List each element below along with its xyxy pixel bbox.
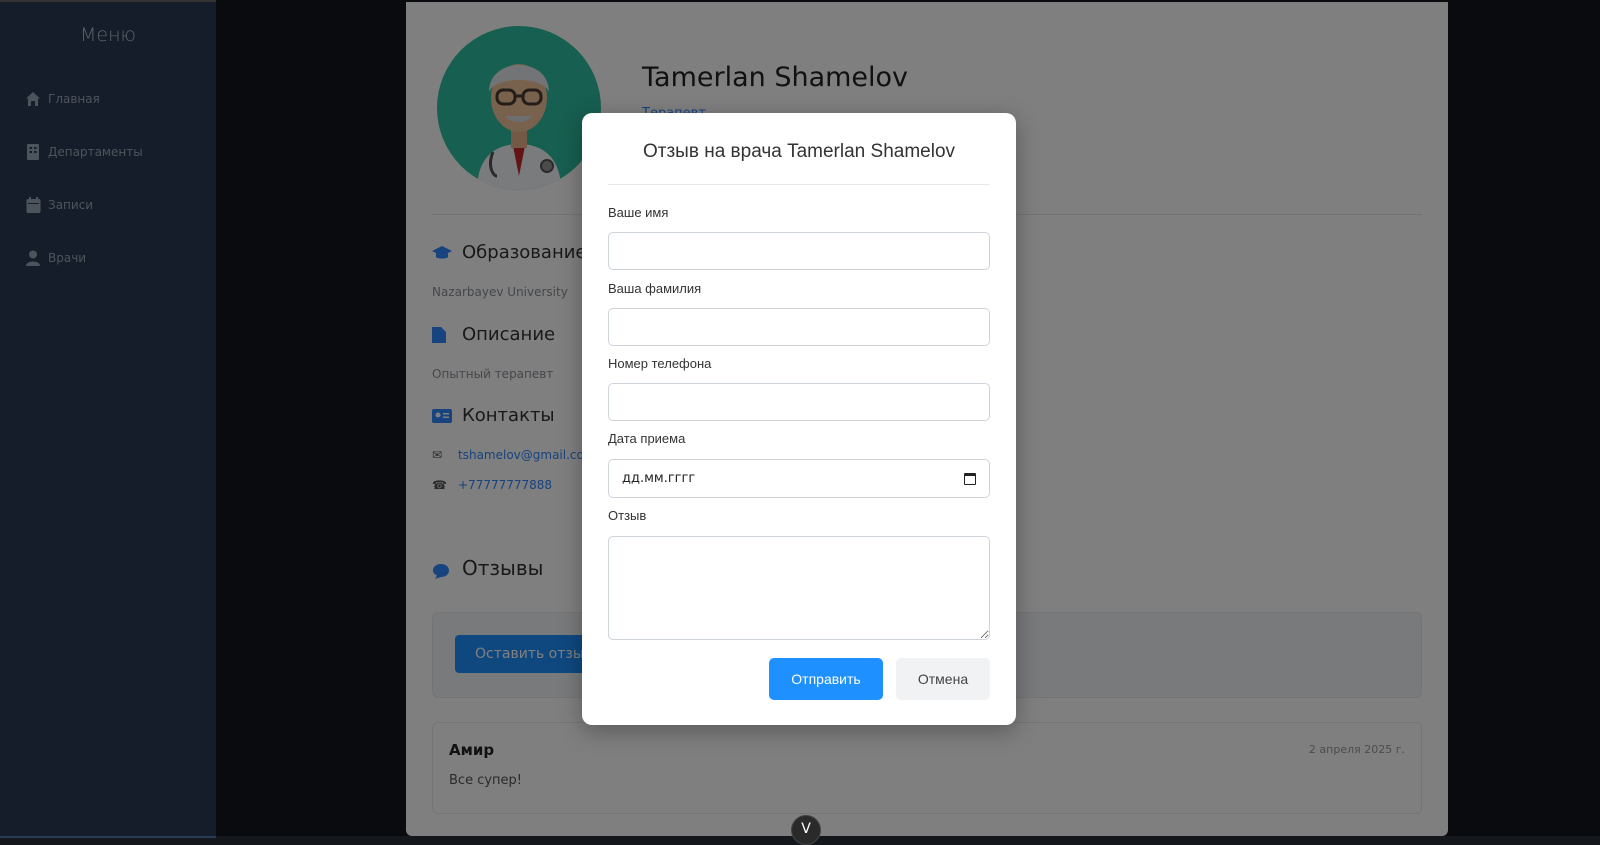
date-placeholder: дд.мм.гггг xyxy=(622,471,696,486)
cancel-button[interactable]: Отмена xyxy=(896,658,990,700)
scroll-down-button[interactable]: V xyxy=(791,815,821,845)
review-textarea[interactable] xyxy=(608,536,990,640)
date-input[interactable]: дд.мм.гггг xyxy=(608,459,990,498)
last-name-label: Ваша фамилия xyxy=(608,281,702,296)
calendar-picker-icon[interactable] xyxy=(964,472,976,485)
phone-input[interactable] xyxy=(608,383,990,421)
date-label: Дата приема xyxy=(608,431,686,446)
submit-button[interactable]: Отправить xyxy=(769,658,883,700)
phone-label: Номер телефона xyxy=(608,356,712,371)
modal-title: Отзыв на врача Tamerlan Shamelov xyxy=(642,141,956,162)
first-name-label: Ваше имя xyxy=(608,205,669,220)
review-label: Отзыв xyxy=(608,508,647,523)
first-name-input[interactable] xyxy=(608,232,990,270)
last-name-input[interactable] xyxy=(608,308,990,346)
modal-divider xyxy=(608,184,990,185)
review-modal: Отзыв на врача Tamerlan Shamelov Ваше им… xyxy=(582,113,1016,725)
